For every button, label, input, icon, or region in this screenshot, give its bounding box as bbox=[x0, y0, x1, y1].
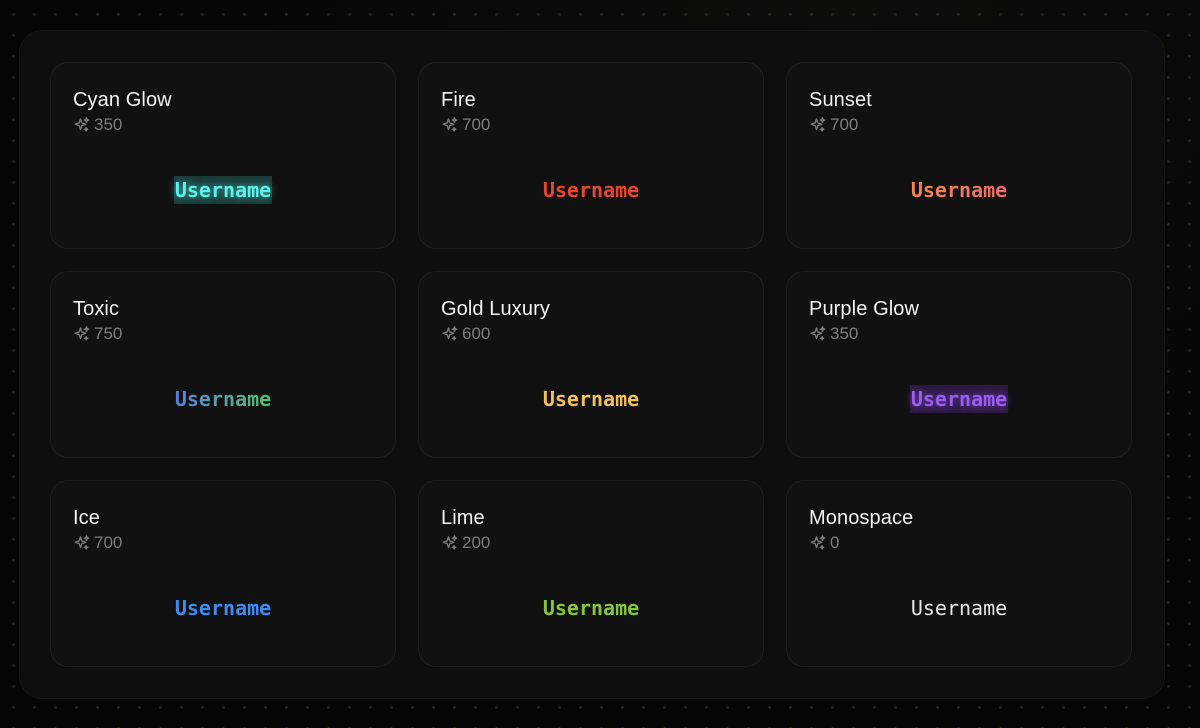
style-card-fire[interactable]: Fire 700 Username bbox=[418, 62, 764, 249]
card-price: 700 bbox=[809, 114, 1109, 136]
name-style-panel: Cyan Glow 350 Username Fire 700 Username… bbox=[20, 31, 1164, 698]
username-preview-text: Username bbox=[910, 596, 1008, 620]
price-value: 750 bbox=[94, 324, 123, 343]
sparkle-icon bbox=[74, 326, 90, 341]
username-preview: Username bbox=[787, 176, 1131, 204]
style-card-lime[interactable]: Lime 200 Username bbox=[418, 480, 764, 667]
username-preview-text: Username bbox=[542, 596, 640, 620]
card-title: Fire bbox=[441, 89, 476, 111]
card-price: 700 bbox=[73, 532, 373, 554]
username-preview: Username bbox=[419, 176, 763, 204]
style-card-purple-glow[interactable]: Purple Glow 350 Username bbox=[786, 271, 1132, 458]
username-preview-text: Username bbox=[174, 596, 272, 620]
username-preview: Username bbox=[787, 385, 1131, 413]
card-title: Cyan Glow bbox=[73, 89, 172, 111]
style-card-sunset[interactable]: Sunset 700 Username bbox=[786, 62, 1132, 249]
sparkle-icon bbox=[442, 117, 458, 132]
username-preview-text: Username bbox=[909, 385, 1009, 413]
style-card-ice[interactable]: Ice 700 Username bbox=[50, 480, 396, 667]
sparkle-icon bbox=[810, 535, 826, 550]
username-preview: Username bbox=[51, 176, 395, 204]
username-preview: Username bbox=[51, 594, 395, 622]
style-card-cyan-glow[interactable]: Cyan Glow 350 Username bbox=[50, 62, 396, 249]
style-card-toxic[interactable]: Toxic 750 Username bbox=[50, 271, 396, 458]
card-title: Sunset bbox=[809, 89, 872, 111]
card-title: Toxic bbox=[73, 298, 120, 320]
sparkle-icon bbox=[442, 326, 458, 341]
card-price: 0 bbox=[809, 532, 1109, 554]
card-price: 350 bbox=[73, 114, 373, 136]
username-preview: Username bbox=[51, 385, 395, 413]
card-title: Lime bbox=[441, 507, 485, 529]
username-preview-text: Username bbox=[910, 178, 1008, 202]
username-preview-text: Username bbox=[542, 387, 640, 411]
style-card-gold-luxury[interactable]: Gold Luxury 600 Username bbox=[418, 271, 764, 458]
card-title: Monospace bbox=[809, 507, 914, 529]
price-value: 700 bbox=[94, 533, 123, 552]
card-price: 750 bbox=[73, 323, 373, 345]
card-price: 600 bbox=[441, 323, 741, 345]
sparkle-icon bbox=[442, 535, 458, 550]
card-price: 200 bbox=[441, 532, 741, 554]
card-title: Purple Glow bbox=[809, 298, 920, 320]
sparkle-icon bbox=[74, 535, 90, 550]
name-style-grid: Cyan Glow 350 Username Fire 700 Username… bbox=[50, 62, 1132, 667]
price-value: 200 bbox=[462, 533, 491, 552]
price-value: 600 bbox=[462, 324, 491, 343]
card-price: 350 bbox=[809, 323, 1109, 345]
sparkle-icon bbox=[74, 117, 90, 132]
price-value: 700 bbox=[462, 115, 491, 134]
username-preview: Username bbox=[419, 385, 763, 413]
card-title: Gold Luxury bbox=[441, 298, 550, 320]
card-price: 700 bbox=[441, 114, 741, 136]
username-preview-text: Username bbox=[542, 178, 640, 202]
username-preview-text: Username bbox=[174, 387, 272, 411]
sparkle-icon bbox=[810, 117, 826, 132]
style-card-monospace[interactable]: Monospace 0 Username bbox=[786, 480, 1132, 667]
username-preview-text: Username bbox=[173, 176, 273, 204]
price-value: 350 bbox=[94, 115, 123, 134]
card-title: Ice bbox=[73, 507, 100, 529]
username-preview: Username bbox=[787, 594, 1131, 622]
price-value: 700 bbox=[830, 115, 859, 134]
username-preview: Username bbox=[419, 594, 763, 622]
price-value: 350 bbox=[830, 324, 859, 343]
price-value: 0 bbox=[830, 533, 840, 552]
sparkle-icon bbox=[810, 326, 826, 341]
